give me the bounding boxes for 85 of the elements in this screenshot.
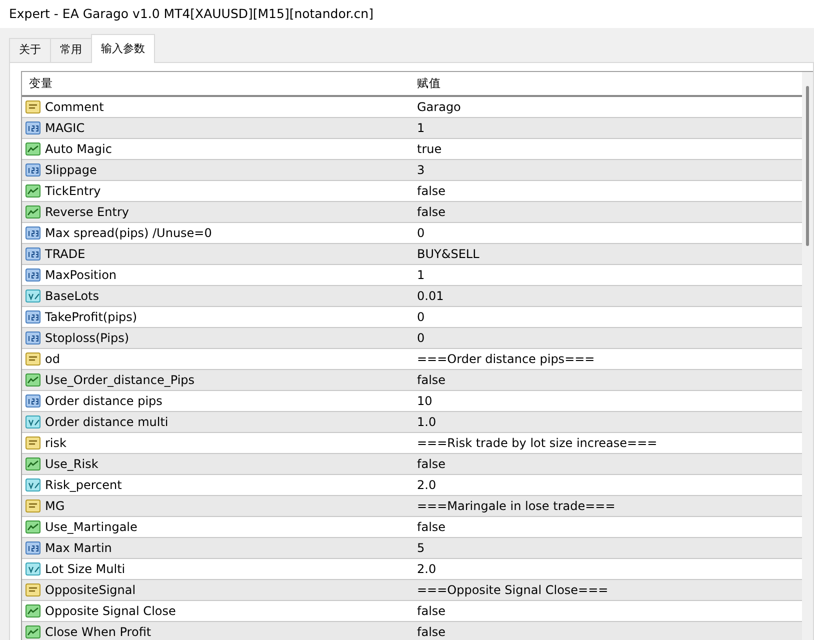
column-header: 赋值	[416, 74, 441, 92]
parameter-name: MaxPosition	[45, 267, 117, 284]
parameter-name: Order distance pips	[45, 393, 162, 410]
parameter-value[interactable]: 2.0	[411, 476, 436, 494]
parameter-name: OppositeSignal	[45, 582, 136, 599]
parameter-name: MAGIC	[45, 120, 85, 137]
parameter-value[interactable]: BUY&SELL	[411, 245, 480, 263]
parameter-name: TRADE	[45, 246, 86, 263]
text-type-icon	[25, 99, 41, 115]
parameter-name: MG	[45, 498, 65, 515]
parameter-name: TakeProfit(pips)	[45, 309, 138, 326]
parameter-value[interactable]: 1	[411, 266, 425, 284]
parameter-value[interactable]: 1	[411, 119, 425, 137]
parameter-value[interactable]: true	[411, 140, 442, 158]
parameter-name: risk	[45, 435, 66, 452]
parameter-value[interactable]: ===Order distance pips===	[411, 350, 595, 368]
decimal-type-icon	[25, 477, 41, 493]
parameter-name: Auto Magic	[45, 141, 112, 158]
parameter-name: TickEntry	[45, 183, 101, 200]
parameter-name: Opposite Signal Close	[45, 603, 176, 620]
parameter-value[interactable]: false	[411, 602, 446, 620]
decimal-type-icon	[25, 561, 41, 577]
parameter-value[interactable]: ===Risk trade by lot size increase===	[411, 434, 658, 452]
tab[interactable]: 输入参数	[91, 34, 155, 63]
parameter-value[interactable]: false	[411, 182, 446, 200]
parameter-value[interactable]: 0	[411, 308, 425, 326]
decimal-type-icon	[25, 288, 41, 304]
parameter-name: Slippage	[45, 162, 97, 179]
number-type-icon	[25, 330, 41, 346]
parameter-value[interactable]: 3	[411, 161, 425, 179]
parameter-value[interactable]: ===Maringale in lose trade===	[411, 497, 616, 515]
parameter-name: Close When Profit	[45, 624, 152, 640]
tab[interactable]: 关于	[9, 38, 51, 62]
parameter-name: Risk_percent	[45, 477, 122, 494]
parameter-value[interactable]: 0.01	[411, 287, 444, 305]
text-type-icon	[25, 435, 41, 451]
scrollbar-thumb[interactable]	[806, 86, 809, 246]
scrollbar[interactable]	[802, 72, 813, 640]
toggle-type-icon	[25, 183, 41, 199]
parameter-value[interactable]: false	[411, 371, 446, 389]
toggle-type-icon	[25, 624, 41, 640]
text-type-icon	[25, 498, 41, 514]
parameter-value[interactable]: false	[411, 518, 446, 536]
parameter-name: Use_Risk	[45, 456, 98, 473]
parameter-value[interactable]: ===Opposite Signal Close===	[411, 581, 608, 599]
parameter-value[interactable]: false	[411, 455, 446, 473]
parameter-value[interactable]: 1.0	[411, 413, 436, 431]
number-type-icon	[25, 309, 41, 325]
parameter-name: Comment	[45, 99, 104, 116]
parameter-name: Lot Size Multi	[45, 561, 126, 578]
parameter-value[interactable]: 10	[411, 392, 432, 410]
number-type-icon	[25, 540, 41, 556]
number-type-icon	[25, 162, 41, 178]
parameter-value[interactable]: 0	[411, 224, 425, 242]
parameter-name: Order distance multi	[45, 414, 168, 431]
parameter-name: od	[45, 351, 60, 368]
parameter-name: BaseLots	[45, 288, 99, 305]
column-header: 变量	[28, 74, 54, 92]
parameter-name: Max Martin	[45, 540, 112, 557]
toggle-type-icon	[25, 141, 41, 157]
parameter-value[interactable]: 2.0	[411, 560, 436, 578]
text-type-icon	[25, 351, 41, 367]
parameter-value[interactable]: 0	[411, 329, 425, 347]
number-type-icon	[25, 246, 41, 262]
parameter-name: Max spread(pips) /Unuse=0	[45, 225, 212, 242]
parameter-name: Reverse Entry	[45, 204, 129, 221]
text-type-icon	[25, 582, 41, 598]
toggle-type-icon	[25, 456, 41, 472]
number-type-icon	[25, 225, 41, 241]
decimal-type-icon	[25, 414, 41, 430]
parameter-value[interactable]: false	[411, 623, 446, 640]
toggle-type-icon	[25, 519, 41, 535]
parameter-value[interactable]: false	[411, 203, 446, 221]
number-type-icon	[25, 393, 41, 409]
parameter-name: Stoploss(Pips)	[45, 330, 129, 347]
number-type-icon	[25, 120, 41, 136]
toggle-type-icon	[25, 204, 41, 220]
toggle-type-icon	[25, 603, 41, 619]
window-title: Expert - EA Garago v1.0 MT4[XAUUSD][M15][notandor.cn]	[9, 4, 374, 23]
parameter-name: Use_Martingale	[45, 519, 138, 536]
parameter-value[interactable]: Garago	[411, 98, 461, 116]
parameter-value[interactable]: 5	[411, 539, 425, 557]
parameter-name: Use_Order_distance_Pips	[45, 372, 195, 389]
toggle-type-icon	[25, 372, 41, 388]
number-type-icon	[25, 267, 41, 283]
